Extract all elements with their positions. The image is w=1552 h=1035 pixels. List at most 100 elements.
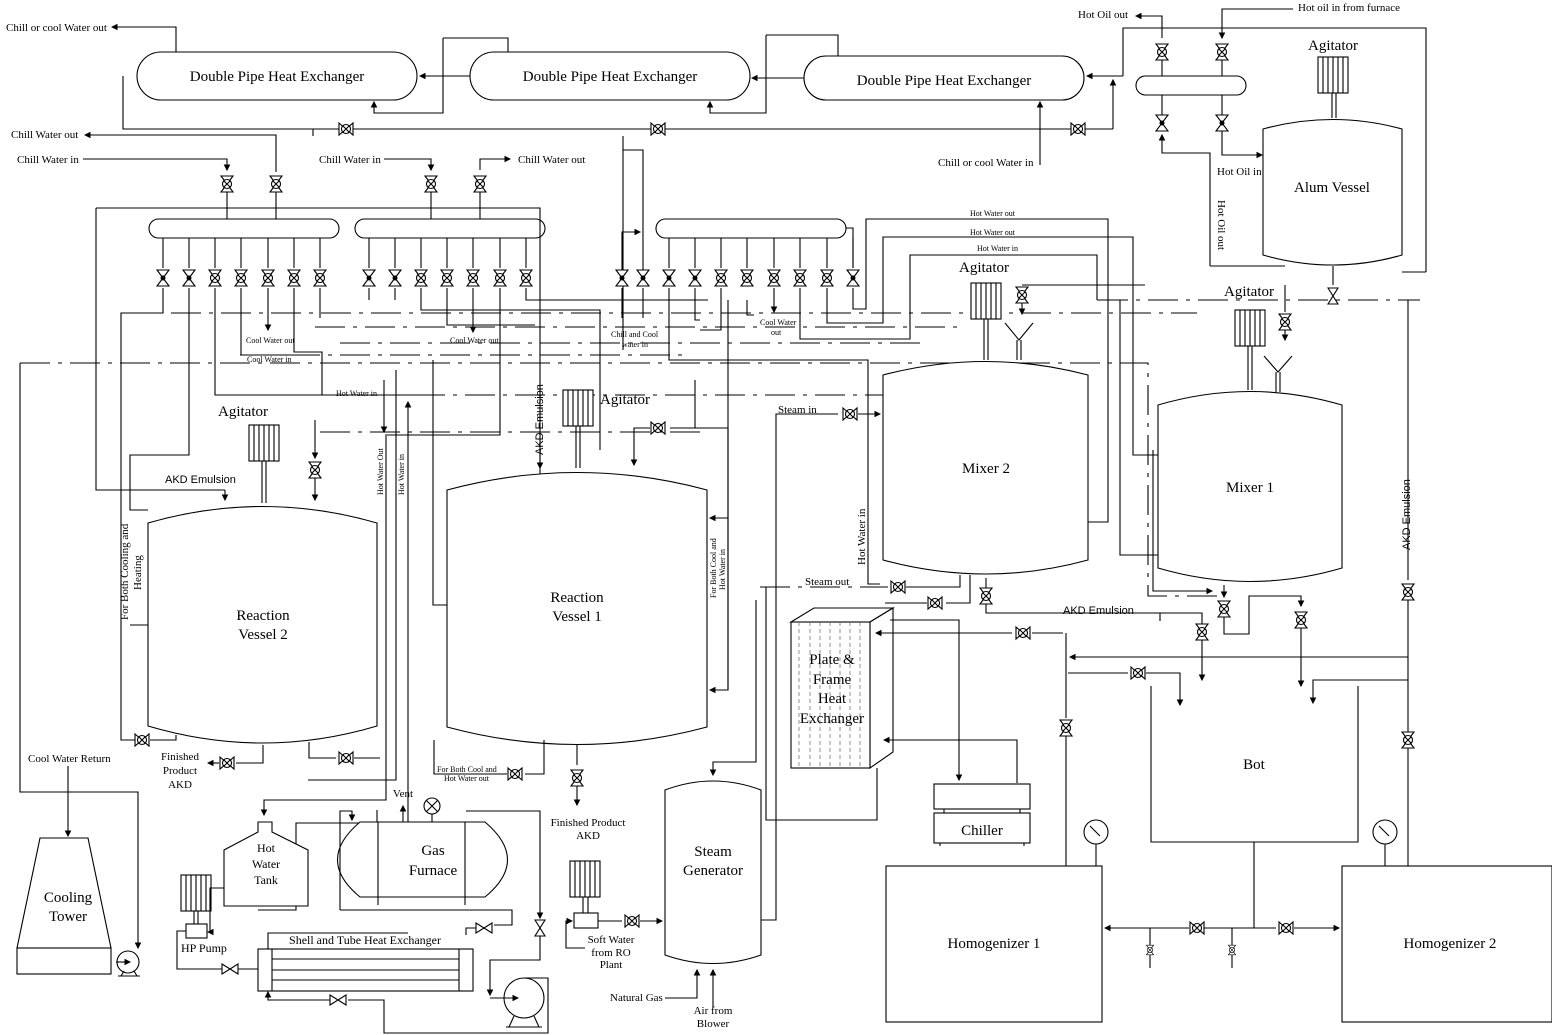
label-finished-product-rv2-3: AKD (168, 779, 192, 791)
right-header-valves (615, 238, 860, 287)
double-pipe-heat-exchanger-1: Double Pipe Heat Exchanger (136, 51, 418, 101)
label-akd-emulsion-rv2: AKD Emulsion (165, 474, 236, 486)
label-for-both-cooling-heating-2: Heating (132, 555, 144, 590)
label-chill-cool-water-in-b: water in (622, 340, 648, 349)
label-vent: Vent (393, 788, 413, 800)
label-hot-water-in-mixer2: Hot Water in (856, 508, 868, 565)
alum-vessel-label: Alum Vessel (1294, 180, 1370, 196)
soft-water-pump (573, 912, 599, 929)
agitator-mixer2-icon (970, 282, 1002, 320)
cooling-tower-pump (116, 950, 140, 977)
label-hot-water-out-2: Hot Water out (970, 228, 1016, 237)
agitator-label-alum: Agitator (1308, 38, 1358, 54)
label-chill-water-in-left: Chill Water in (17, 154, 79, 166)
label-for-both-cool-hot-out-1: For Both Cool and (437, 765, 497, 774)
agitator-label-rv1: Agitator (600, 392, 650, 408)
mid-chill-header (354, 218, 546, 239)
label-for-both-cooling-heating-1: For Both Cooling and (119, 523, 131, 620)
label-air-from-blower-2: Blower (697, 1018, 730, 1030)
pfhx-label-2: Frame (813, 672, 852, 688)
steam-generator: Steam Generator (664, 780, 762, 965)
label-chill-water-out-mid: Chill Water out (518, 154, 585, 166)
label-cool-water-out-3b: out (771, 328, 782, 337)
plate-frame-heat-exchanger: Plate & Frame Heat Exchanger (789, 607, 895, 770)
mixer-1: Mixer 1 (1157, 390, 1343, 583)
hp-pump (185, 923, 208, 939)
mid-header-valves (362, 238, 533, 287)
steam-gen-label-1: Steam (694, 844, 732, 860)
agitator-alum-icon (1317, 56, 1349, 94)
homogenizer-2: Homogenizer 2 (1341, 865, 1552, 1023)
agitator-label-mixer1: Agitator (1224, 284, 1274, 300)
cooling-tower-label-1: Cooling (44, 890, 93, 906)
dphe-2-label: Double Pipe Heat Exchanger (523, 69, 698, 85)
steam-gen-label-2: Generator (683, 863, 743, 879)
shell-tube-hx-label: Shell and Tube Heat Exchanger (289, 933, 441, 947)
label-hot-water-in-vertical: Hot Water in (397, 454, 406, 495)
pfhx-label-1: Plate & (809, 652, 855, 668)
agitator-label-mixer2: Agitator (959, 260, 1009, 276)
rv2-label-2: Vessel 2 (238, 627, 288, 643)
label-soft-water-3: Plant (600, 959, 623, 971)
label-soft-water-1: Soft Water (588, 934, 635, 946)
chiller-label: Chiller (961, 823, 1003, 839)
reaction-vessel-1: Reaction Vessel 1 (446, 472, 708, 745)
homogenizer-1-label: Homogenizer 1 (948, 936, 1041, 952)
rv1-label-2: Vessel 1 (552, 609, 602, 625)
shell-and-tube-heat-exchanger (257, 948, 474, 992)
label-hot-water-out-1: Hot Water out (970, 209, 1016, 218)
label-hot-oil-out-vertical: Hot Oil out (1215, 200, 1227, 250)
label-cool-water-out-2: Cool Water out (450, 336, 499, 345)
mixer-2-label: Mixer 2 (962, 461, 1010, 477)
chiller: Chiller (933, 783, 1031, 846)
reaction-vessel-2: Reaction Vessel 2 (147, 505, 378, 744)
label-chill-cool-water-in-a: Chill and Cool (611, 330, 659, 339)
hwt-label-1: Hot (257, 841, 276, 855)
agitator-label-rv2: Agitator (218, 404, 268, 420)
gas-furnace: Gas Furnace (337, 821, 508, 905)
label-steam-out: Steam out (805, 576, 849, 588)
hp-pump-label: HP Pump (181, 941, 227, 955)
label-cool-water-return: Cool Water Return (28, 753, 111, 765)
mixer-2: Mixer 2 (882, 361, 1089, 575)
left-header-valves (156, 238, 327, 287)
label-hot-water-in-mid: Hot Water in (336, 389, 377, 398)
hot-water-tank: Hot Water Tank (223, 821, 309, 907)
label-air-from-blower-1: Air from (694, 1005, 733, 1017)
double-pipe-heat-exchanger-2: Double Pipe Heat Exchanger (469, 51, 751, 101)
pfhx-label-3: Heat (818, 691, 847, 707)
agitator-rv2-icon (248, 424, 280, 462)
label-for-both-cool-hot-in-2: Hot Water in (718, 549, 727, 590)
dphe-3-label: Double Pipe Heat Exchanger (857, 73, 1032, 89)
label-chill-cool-water-out-top: Chill or cool Water out (6, 22, 107, 34)
double-pipe-heat-exchanger-3: Double Pipe Heat Exchanger (803, 55, 1085, 101)
label-natural-gas: Natural Gas (610, 992, 663, 1004)
gas-furnace-label-1: Gas (421, 843, 444, 859)
label-hot-oil-in-furnace: Hot oil in from furnace (1298, 2, 1400, 14)
pfhx-label-4: Exchanger (800, 711, 864, 727)
bot-tank: Bot (1150, 686, 1359, 843)
alum-vessel: Alum Vessel (1262, 118, 1403, 266)
process-flow-diagram: Double Pipe Heat Exchanger Double Pipe H… (6, 2, 1552, 1034)
label-finished-product-rv2-1: Finished (161, 751, 199, 763)
label-chill-water-out-left: Chill Water out (11, 129, 78, 141)
label-chill-water-in-mid: Chill Water in (319, 154, 381, 166)
homogenizer-2-label: Homogenizer 2 (1404, 936, 1497, 952)
label-for-both-cool-hot-in-1: For Both Cool and (709, 538, 718, 598)
left-chill-header (148, 218, 340, 239)
label-akd-emulsion-rv1: AKD Emulsion (534, 384, 546, 455)
gas-furnace-label-2: Furnace (409, 863, 458, 879)
rv1-label-1: Reaction (550, 590, 604, 606)
label-cool-water-out-3a: Cool Water (760, 318, 797, 327)
label-cool-water-out-1: Cool Water out (246, 336, 295, 345)
agitator-mixer1-icon (1234, 309, 1266, 347)
label-soft-water-2: from RO (591, 947, 630, 959)
bot-label: Bot (1243, 757, 1266, 773)
label-hot-water-in-top: Hot Water in (977, 244, 1018, 253)
hp-pump-motor-icon (180, 874, 212, 912)
hwt-label-3: Tank (254, 873, 278, 887)
right-header (655, 218, 847, 239)
label-for-both-cool-hot-out-2: Hot Water out (444, 774, 490, 783)
label-hot-oil-out-top: Hot Oil out (1078, 9, 1128, 21)
label-hot-water-out-vertical: Hot Water Out (376, 447, 385, 495)
